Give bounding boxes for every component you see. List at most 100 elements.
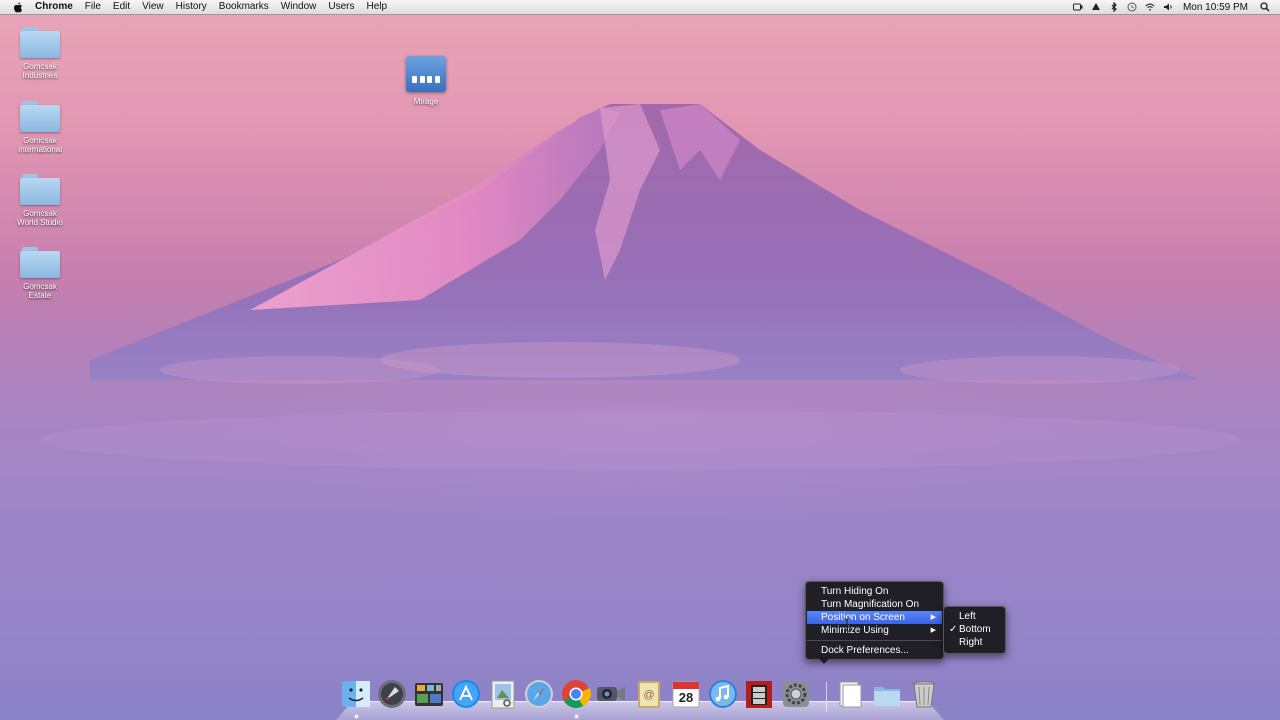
finder-icon	[342, 681, 370, 707]
address-book-icon: @	[638, 681, 660, 708]
menu-item-turn-hiding-on[interactable]: Turn Hiding On	[807, 585, 942, 598]
menu-item-dock-preferences[interactable]: Dock Preferences...	[807, 644, 942, 657]
text-cursor-icon	[844, 618, 850, 632]
folder-stack-icon	[874, 687, 900, 706]
menu-item-label: Minimize Using	[821, 625, 889, 636]
menu-item-label: Position on Screen	[821, 612, 905, 623]
dock-itunes[interactable]	[707, 678, 739, 710]
desktop-icon-label: Estate	[28, 291, 52, 300]
desktop-icon-label: Gomcsak	[23, 282, 57, 291]
dock-mission-control[interactable]	[413, 678, 445, 710]
menu-item-label: Left	[959, 611, 976, 622]
folder-icon	[20, 26, 60, 58]
menu-bar: Chrome File Edit View History Bookmarks …	[0, 0, 1280, 15]
menu-item-label: Bottom	[959, 624, 991, 635]
menu-view[interactable]: View	[136, 0, 170, 14]
dock-address-book[interactable]: @	[633, 678, 665, 710]
dock-calendar[interactable]: 28	[670, 678, 702, 710]
desktop-icon-label: World Studio	[17, 218, 63, 227]
safari-icon	[525, 680, 553, 708]
facetime-icon	[597, 687, 625, 701]
desktop-icon-label: Mirage	[413, 97, 439, 106]
desktop-folder-gomcsak-world-studio[interactable]: Gomcsak World Studio	[5, 173, 75, 227]
desktop-folder-gomcsak-industries[interactable]: Gomcsak Industries	[5, 26, 75, 80]
dock-launchpad[interactable]	[376, 678, 408, 710]
menu-separator	[807, 640, 942, 641]
submenu-item-left[interactable]: Left	[945, 610, 1004, 623]
trash-icon	[912, 681, 936, 708]
photo-booth-icon	[746, 681, 772, 708]
submenu-item-bottom[interactable]: ✓ Bottom	[945, 623, 1004, 636]
volume-icon[interactable]	[1163, 2, 1173, 12]
dock-app-store[interactable]	[450, 678, 482, 710]
menu-file[interactable]: File	[79, 0, 107, 14]
dock-folder-stack[interactable]	[871, 678, 903, 710]
dock-facetime[interactable]	[595, 678, 627, 710]
running-indicator	[355, 715, 358, 718]
folder-icon	[20, 100, 60, 132]
desktop-icon-label: International	[17, 145, 63, 154]
svg-text:@: @	[643, 689, 654, 701]
dock-photo-booth[interactable]	[743, 678, 775, 710]
menu-item-turn-magnification-on[interactable]: Turn Magnification On	[807, 598, 942, 611]
mission-control-icon	[415, 683, 443, 706]
dock-context-menu: Turn Hiding On Turn Magnification On Pos…	[805, 581, 944, 660]
desktop-icon-label: Industries	[22, 71, 58, 80]
dock-divider	[826, 682, 827, 712]
menu-window[interactable]: Window	[275, 0, 323, 14]
desktop-icon-label: Gomcsak	[23, 136, 57, 145]
folder-icon	[20, 246, 60, 278]
bluetooth-icon[interactable]	[1109, 2, 1119, 12]
documents-stack-icon	[839, 681, 862, 708]
wifi-icon[interactable]	[1145, 2, 1155, 12]
chrome-icon	[562, 680, 592, 708]
desktop[interactable]: Chrome File Edit View History Bookmarks …	[0, 0, 1280, 720]
menu-item-label: Right	[959, 637, 983, 648]
menu-app-name[interactable]: Chrome	[29, 0, 79, 14]
desktop-folder-gomcsak-international[interactable]: Gomcsak International	[5, 100, 75, 154]
dock-preview[interactable]	[487, 678, 519, 710]
calendar-day: 28	[678, 690, 694, 705]
dock-finder[interactable]	[340, 678, 372, 710]
menu-history[interactable]: History	[170, 0, 213, 14]
system-preferences-icon	[783, 681, 809, 707]
desktop-icon-label: Gomcsak	[23, 209, 57, 218]
menu-item-label: Turn Magnification On	[821, 599, 920, 610]
apple-menu-icon[interactable]	[13, 1, 23, 13]
status-area: Mon 10:59 PM	[1069, 0, 1280, 14]
itunes-icon	[709, 680, 737, 708]
dock-chrome[interactable]	[560, 678, 592, 710]
app-store-icon	[452, 680, 480, 708]
camera-icon[interactable]	[1072, 2, 1083, 12]
dock-documents-stack[interactable]	[834, 678, 866, 710]
menu-item-minimize-using[interactable]: Minimize Using ▶	[807, 624, 942, 637]
drive-icon[interactable]	[1091, 2, 1101, 12]
menu-item-label: Dock Preferences...	[821, 645, 909, 656]
dock-safari[interactable]	[523, 678, 555, 710]
desktop-drive-mirage[interactable]: Mirage	[391, 56, 461, 106]
drive-icon	[406, 56, 446, 92]
submenu-item-right[interactable]: Right	[945, 636, 1004, 649]
menu-bookmarks[interactable]: Bookmarks	[213, 0, 275, 14]
wallpaper-mountain	[0, 104, 1280, 720]
desktop-folder-gomcsak-estate[interactable]: Gomcsak Estate	[5, 246, 75, 300]
dock-system-preferences[interactable]	[780, 678, 812, 710]
launchpad-icon	[378, 680, 406, 708]
menu-clock[interactable]: Mon 10:59 PM	[1177, 2, 1256, 13]
running-indicator	[575, 715, 578, 718]
desktop-icon-label: Gomcsak	[23, 62, 57, 71]
submenu-arrow-icon: ▶	[930, 614, 936, 621]
checkmark-icon: ✓	[949, 624, 958, 635]
preview-icon	[491, 680, 515, 709]
time-machine-icon[interactable]	[1127, 2, 1137, 12]
menu-item-position-on-screen[interactable]: Position on Screen ▶	[807, 611, 942, 624]
menu-item-label: Turn Hiding On	[821, 586, 889, 597]
menu-users[interactable]: Users	[322, 0, 360, 14]
menu-edit[interactable]: Edit	[107, 0, 136, 14]
spotlight-search-icon[interactable]	[1260, 2, 1270, 12]
menu-pointer	[818, 657, 830, 664]
submenu-arrow-icon: ▶	[930, 627, 936, 634]
dock-trash[interactable]	[908, 678, 940, 710]
menu-help[interactable]: Help	[361, 0, 394, 14]
position-submenu: Left ✓ Bottom Right	[943, 606, 1006, 654]
